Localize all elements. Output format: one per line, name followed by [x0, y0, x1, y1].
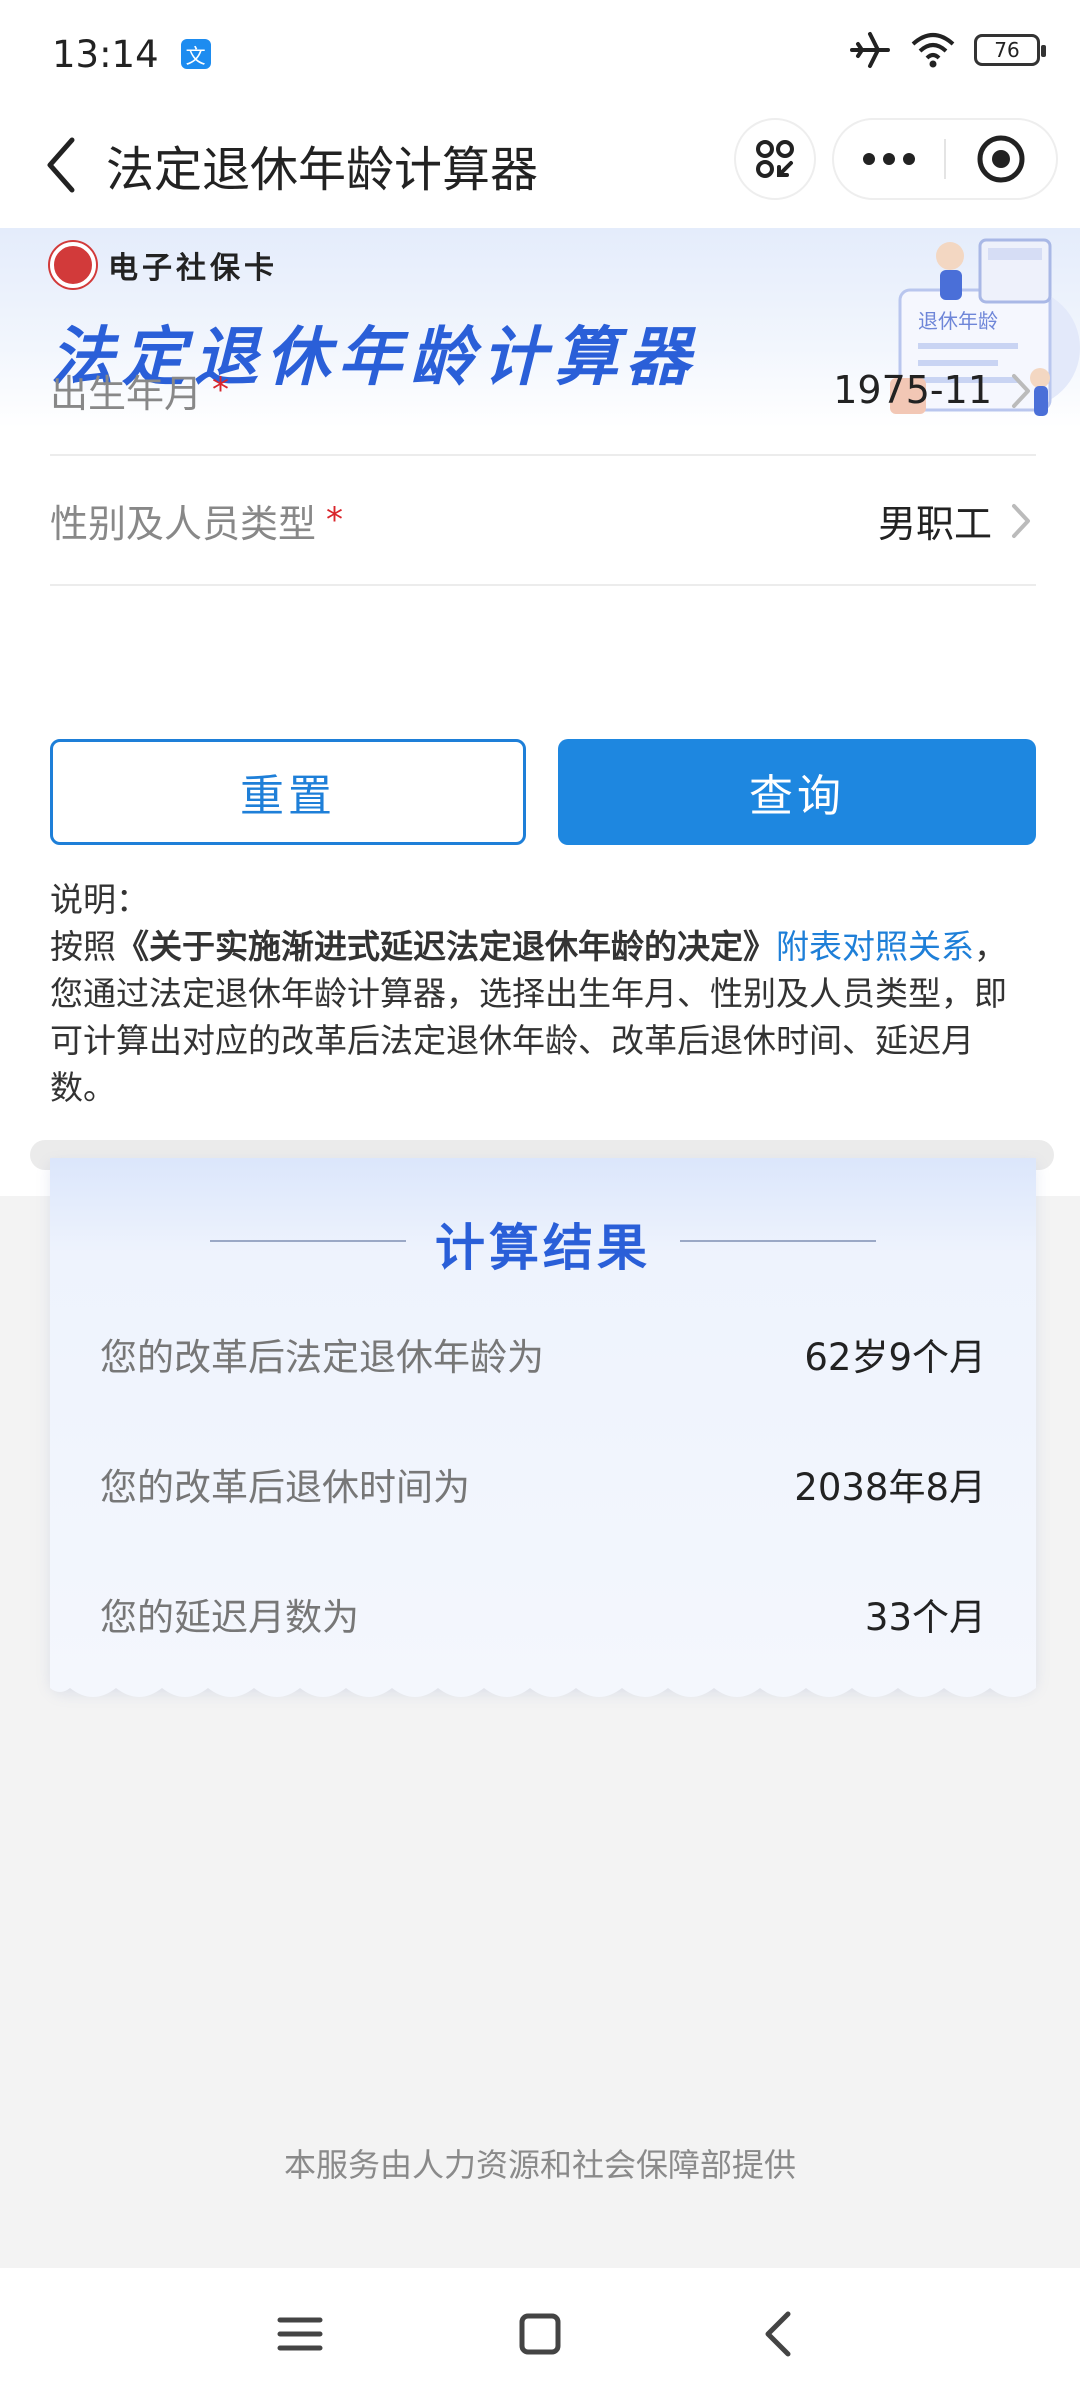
result-value: 33个月 — [864, 1596, 986, 1639]
back-icon[interactable] — [32, 130, 92, 200]
scan-button[interactable] — [734, 118, 816, 200]
status-icons: 76 — [848, 28, 1046, 72]
close-target-icon — [977, 135, 1025, 183]
system-navigation-bar — [0, 2268, 1080, 2400]
chevron-right-icon — [1012, 374, 1030, 408]
birth-date-label: 出生年月 — [50, 371, 203, 416]
result-row-delay-months: 您的延迟月数为 33个月 — [100, 1584, 986, 1644]
service-provider-note: 本服务由人力资源和社会保障部提供 — [283, 2146, 796, 2184]
more-icon — [863, 153, 915, 165]
decision-document-title: 《关于实施渐进式延迟法定退休年龄的决定》 — [116, 927, 776, 966]
brand-logo: 电子社保卡 — [50, 242, 278, 288]
result-row-retirement-time: 您的改革后退休时间为 2038年8月 — [100, 1454, 986, 1514]
app-notification-icon: 文 — [180, 39, 211, 69]
close-button[interactable] — [946, 134, 1056, 184]
scalloped-edge — [50, 1666, 1036, 1697]
description-title: 说明： — [50, 880, 149, 919]
result-label: 您的改革后退休时间为 — [100, 1466, 470, 1509]
birth-date-value: 1975-11 — [833, 368, 992, 412]
appendix-link[interactable]: 附表对照关系 — [776, 927, 974, 966]
battery-level: 76 — [994, 38, 1020, 62]
result-label: 您的改革后法定退休年龄为 — [100, 1336, 544, 1379]
home-icon[interactable] — [510, 2304, 570, 2364]
calculator-panel: 电子社保卡 法定退休年龄计算器 退休年龄 出生年月 * 1975-11 性别及人… — [0, 228, 1080, 1196]
gender-type-label: 性别及人员类型 — [50, 501, 317, 546]
result-header: 计算结果 — [50, 1208, 1036, 1280]
gender-type-value: 男职工 — [877, 501, 992, 546]
birth-date-picker[interactable]: 出生年月 * 1975-11 — [50, 326, 1036, 456]
result-title: 计算结果 — [435, 1219, 651, 1277]
back-nav-icon[interactable] — [750, 2304, 810, 2364]
page-title: 法定退休年龄计算器 — [106, 142, 539, 198]
result-row-retirement-age: 您的改革后法定退休年龄为 62岁9个月 — [100, 1324, 986, 1384]
required-mark: * — [326, 500, 344, 540]
wifi-icon — [911, 33, 955, 68]
result-value: 2038年8月 — [794, 1466, 986, 1509]
more-button[interactable] — [834, 152, 944, 166]
brand-name: 电子社保卡 — [108, 251, 278, 286]
gender-type-picker[interactable]: 性别及人员类型 * 男职工 — [50, 456, 1036, 586]
chevron-right-icon — [1012, 504, 1030, 538]
description: 说明： 按照《关于实施渐进式延迟法定退休年龄的决定》附表对照关系，您通过法定退休… — [50, 876, 1036, 1111]
airplane-mode-icon — [850, 32, 890, 68]
navigation-bar: 法定退休年龄计算器 — [0, 108, 1080, 228]
query-button[interactable]: 查询 — [558, 739, 1036, 845]
status-time: 13:14 — [52, 32, 159, 76]
scan-icon — [756, 140, 794, 178]
mini-program-capsule — [832, 118, 1058, 200]
reset-button[interactable]: 重置 — [50, 739, 526, 845]
result-card: 计算结果 您的改革后法定退休年龄为 62岁9个月 您的改革后退休时间为 2038… — [50, 1158, 1036, 1697]
menu-icon[interactable] — [270, 2304, 330, 2364]
required-mark: * — [212, 370, 230, 410]
result-label: 您的延迟月数为 — [100, 1596, 359, 1639]
description-body: 按照《关于实施渐进式延迟法定退休年龄的决定》附表对照关系，您通过法定退休年龄计算… — [50, 923, 1036, 1111]
result-value: 62岁9个月 — [804, 1336, 986, 1379]
battery-icon: 76 — [974, 34, 1046, 66]
status-bar: 13:14 文 76 — [0, 0, 1080, 108]
social-security-seal-icon — [50, 242, 96, 288]
description-prefix: 按照 — [50, 927, 116, 966]
